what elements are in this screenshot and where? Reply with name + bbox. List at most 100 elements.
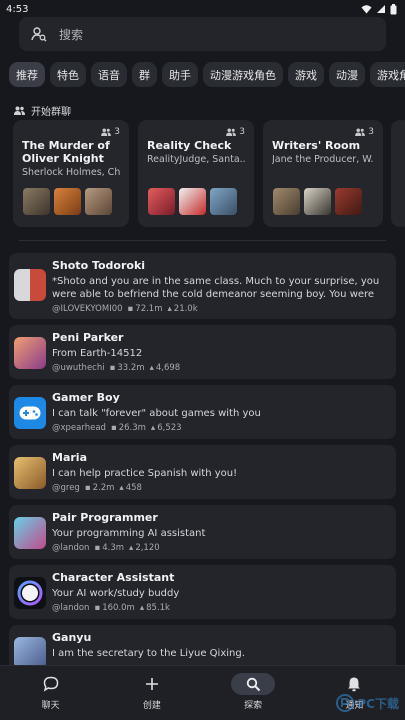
chat-count: 72.1m [135, 304, 163, 314]
group-card-title: The Murder of Oliver Knight [22, 139, 110, 165]
like-count: 458 [125, 483, 142, 493]
character-description: From Earth-14512 [52, 348, 143, 359]
chat-count: 4.3m [102, 543, 125, 553]
chat-icon: ▪ [110, 423, 117, 433]
character-author: @ILOVEKYOMI00 [52, 304, 123, 314]
character-author: @greg [52, 483, 80, 493]
people-icon [14, 106, 25, 115]
signal-icon [377, 5, 385, 13]
like-count: 6,523 [157, 423, 182, 433]
character-description: I am the secretary to the Liyue Qixing. [52, 648, 245, 659]
member-count-value: 3 [239, 127, 245, 137]
watermark-logo-icon [336, 694, 355, 712]
watermark-text: PC下载 [357, 696, 399, 711]
character-name: Shoto Todoroki [52, 259, 146, 272]
status-icons [361, 3, 397, 15]
search-input[interactable]: 搜索 [19, 17, 386, 51]
chat-icon: ▪ [94, 603, 101, 613]
tab-assistant[interactable]: 助手 [162, 62, 198, 87]
watermark: PC下载 [336, 694, 399, 712]
chat-icon: ▪ [94, 543, 101, 553]
people-icon [226, 128, 237, 136]
tab-game-characters[interactable]: 游戏角色 [370, 62, 405, 87]
list-item[interactable]: Shoto Todoroki *Shoto and you are in the… [9, 253, 396, 319]
nav-explore-label: 探索 [244, 701, 263, 711]
chat-icon: ▪ [84, 483, 91, 493]
character-description: Your AI work/study buddy [52, 588, 180, 599]
group-card-subtitle: Jane the Producer, W... [272, 154, 374, 165]
group-chat-title: 开始群聊 [31, 107, 71, 118]
category-tabs: 推荐 特色 语音 群 助手 动漫游戏角色 游戏 动漫 游戏角色 [9, 62, 405, 87]
like-count: 85.1k [146, 603, 170, 613]
list-item[interactable]: Maria I can help practice Spanish with y… [9, 445, 396, 499]
character-name: Ganyu [52, 631, 92, 644]
character-meta: @uwuthechi ▪ 33.2m ▴ 4,698 [52, 363, 390, 373]
ring-icon [14, 577, 46, 609]
avatar [335, 188, 362, 215]
avatar [148, 188, 175, 215]
character-meta: @ILOVEKYOMI00 ▪ 72.1m ▴ 21.0k [52, 304, 390, 314]
character-description: Your programming AI assistant [52, 528, 206, 539]
character-author: @landon [52, 543, 90, 553]
nav-explore[interactable]: 探索 [218, 673, 288, 711]
member-count-value: 3 [114, 127, 120, 137]
group-card-avatars [273, 188, 362, 215]
app-screen: 4:53 搜索 推荐 特色 语音 群 助手 动漫游戏角色 游戏 动漫 游戏角色 … [0, 0, 405, 720]
character-name: Peni Parker [52, 331, 124, 344]
tab-recommended[interactable]: 推荐 [9, 62, 45, 87]
group-card-subtitle: Sherlock Holmes, Chi... [22, 167, 120, 178]
nav-chat[interactable]: 聊天 [16, 673, 86, 711]
status-time: 4:53 [6, 3, 29, 15]
group-card[interactable]: 3 The Murder of Oliver Knight Sherlock H… [13, 120, 129, 227]
chat-count: 160.0m [102, 603, 135, 613]
like-icon: ▴ [150, 423, 156, 433]
list-item[interactable]: Peni Parker From Earth-14512 @uwuthechi … [9, 325, 396, 379]
group-card-subtitle: RealityJudge, Santa... [147, 154, 245, 165]
tab-games[interactable]: 游戏 [288, 62, 324, 87]
character-meta: @greg ▪ 2.2m ▴ 458 [52, 483, 390, 493]
avatar [210, 188, 237, 215]
group-card[interactable]: 3 Writers' Room Jane the Producer, W... [263, 120, 383, 227]
group-card[interactable]: 3 Reality Check RealityJudge, Santa... [138, 120, 254, 227]
section-divider [19, 240, 386, 241]
avatar [273, 188, 300, 215]
status-bar: 4:53 [0, 0, 405, 18]
group-chat-header: 开始群聊 [14, 103, 71, 118]
character-author: @uwuthechi [52, 363, 105, 373]
nav-create-label: 创建 [142, 701, 161, 711]
like-count: 4,698 [155, 363, 181, 373]
avatar [14, 517, 46, 549]
group-card-avatars [148, 188, 237, 215]
avatar [54, 188, 81, 215]
character-meta: @landon ▪ 4.3m ▴ 2,120 [52, 543, 390, 553]
group-card-partial [391, 120, 405, 227]
group-card-title: Writers' Room [272, 139, 361, 152]
tab-group[interactable]: 群 [132, 62, 157, 87]
list-item[interactable]: Gamer Boy I can talk "forever" about gam… [9, 385, 396, 439]
people-icon [355, 128, 366, 136]
search-character-icon [31, 27, 47, 42]
avatar [179, 188, 206, 215]
chat-count: 33.2m [117, 363, 145, 373]
like-count: 2,120 [135, 543, 160, 553]
people-icon [101, 128, 112, 136]
character-description: I can help practice Spanish with you! [52, 468, 238, 479]
chat-bubble-icon [43, 676, 58, 692]
tab-anime-game-characters[interactable]: 动漫游戏角色 [203, 62, 283, 87]
like-icon: ▴ [119, 483, 124, 493]
list-item[interactable]: Pair Programmer Your programming AI assi… [9, 505, 396, 559]
wifi-icon [361, 5, 372, 14]
character-author: @xpearhead [52, 423, 106, 433]
tab-featured[interactable]: 特色 [50, 62, 86, 87]
avatar [14, 457, 46, 489]
avatar [14, 337, 46, 369]
like-icon: ▴ [139, 603, 145, 613]
tab-anime[interactable]: 动漫 [329, 62, 365, 87]
character-name: Maria [52, 451, 87, 464]
nav-chat-label: 聊天 [41, 701, 60, 711]
nav-create[interactable]: 创建 [117, 673, 187, 711]
member-count: 3 [355, 127, 374, 137]
group-card-avatars [23, 188, 112, 215]
list-item[interactable]: Character Assistant Your AI work/study b… [9, 565, 396, 619]
tab-voice[interactable]: 语音 [91, 62, 127, 87]
